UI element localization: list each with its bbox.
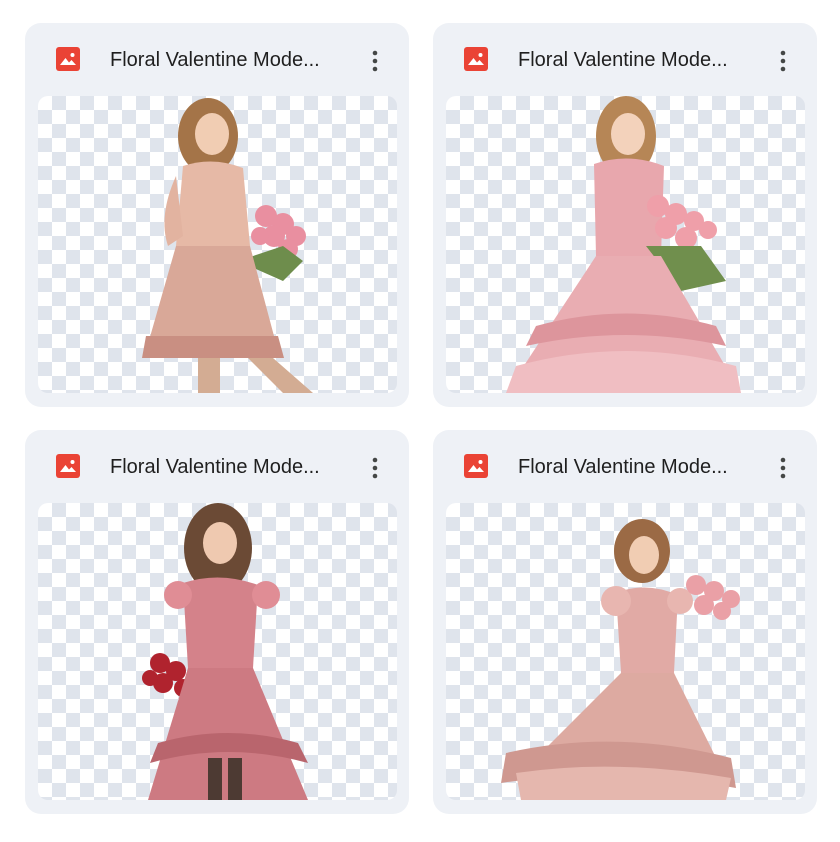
- image-file-icon: [56, 454, 80, 478]
- model-figure: [142, 98, 313, 393]
- file-title[interactable]: Floral Valentine Mode...: [518, 48, 750, 72]
- more-vert-icon: [372, 457, 378, 479]
- model-figure: [501, 519, 740, 800]
- more-options-button[interactable]: [763, 448, 803, 488]
- image-file-icon: [464, 454, 488, 478]
- file-title[interactable]: Floral Valentine Mode...: [110, 455, 342, 479]
- more-vert-icon: [780, 50, 786, 72]
- file-title[interactable]: Floral Valentine Mode...: [110, 48, 342, 72]
- model-figure: [142, 503, 308, 800]
- file-card[interactable]: Floral Valentine Mode...: [25, 430, 409, 814]
- more-vert-icon: [780, 457, 786, 479]
- file-card[interactable]: Floral Valentine Mode...: [25, 23, 409, 407]
- image-file-icon: [56, 47, 80, 71]
- more-options-button[interactable]: [355, 41, 395, 81]
- more-vert-icon: [372, 50, 378, 72]
- file-card-header: Floral Valentine Mode...: [25, 23, 409, 97]
- model-figure: [506, 96, 741, 393]
- file-card[interactable]: Floral Valentine Mode...: [433, 430, 817, 814]
- file-title[interactable]: Floral Valentine Mode...: [518, 455, 750, 479]
- file-card-header: Floral Valentine Mode...: [433, 430, 817, 504]
- image-file-icon: [464, 47, 488, 71]
- image-thumbnail[interactable]: [446, 503, 805, 800]
- more-options-button[interactable]: [763, 41, 803, 81]
- file-card[interactable]: Floral Valentine Mode...: [433, 23, 817, 407]
- image-thumbnail[interactable]: [38, 96, 397, 393]
- file-card-header: Floral Valentine Mode...: [25, 430, 409, 504]
- image-thumbnail[interactable]: [446, 96, 805, 393]
- more-options-button[interactable]: [355, 448, 395, 488]
- image-thumbnail[interactable]: [38, 503, 397, 800]
- file-card-header: Floral Valentine Mode...: [433, 23, 817, 97]
